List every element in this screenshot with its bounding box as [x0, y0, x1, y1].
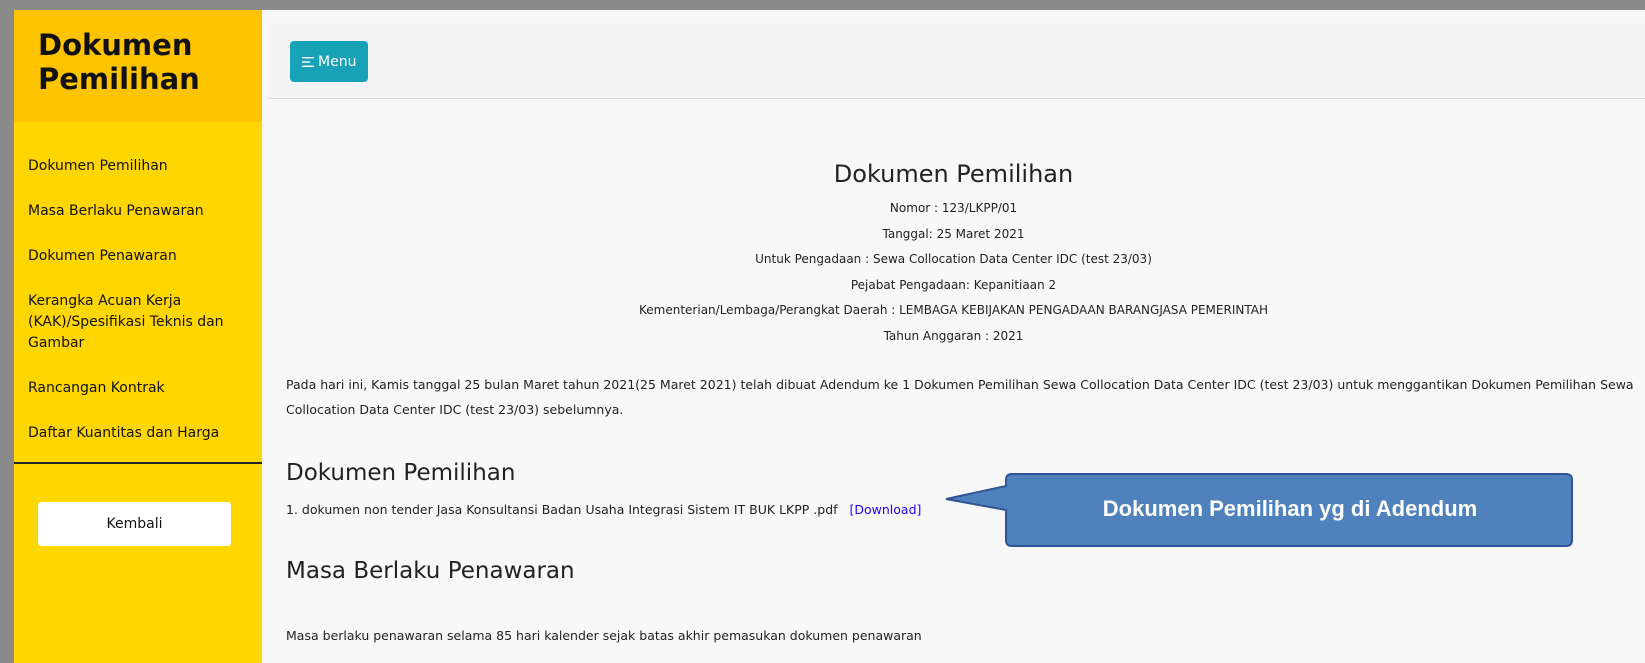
- document-tanggal: Tanggal: 25 Maret 2021: [882, 226, 1025, 241]
- masa-berlaku-text: Masa berlaku penawaran selama 85 hari ka…: [286, 628, 922, 643]
- sidebar-item-masa-berlaku[interactable]: Masa Berlaku Penawaran: [14, 201, 262, 222]
- document-file-item: 1. dokumen non tender Jasa Konsultansi B…: [286, 502, 921, 517]
- download-link[interactable]: [Download]: [850, 502, 922, 517]
- sidebar-item-kak[interactable]: Kerangka Acuan Kerja (KAK)/Spesifikasi T…: [14, 291, 262, 354]
- document-header: Dokumen Pemilihan Nomor : 123/LKPP/01 Ta…: [262, 160, 1645, 349]
- menu-button-label: Menu: [318, 53, 357, 70]
- document-pejabat: Pejabat Pengadaan: Kepanitiaan 2: [850, 277, 1057, 292]
- sidebar-item-daftar-kuantitas[interactable]: Daftar Kuantitas dan Harga: [14, 423, 262, 444]
- sidebar-item-rancangan-kontrak[interactable]: Rancangan Kontrak: [14, 378, 262, 399]
- main-content: Menu Dokumen Pemilihan Nomor : 123/LKPP/…: [262, 10, 1645, 663]
- top-bar: Menu: [268, 24, 1645, 99]
- sidebar: Dokumen Pemilihan Dokumen Pemilihan Masa…: [14, 10, 262, 663]
- sidebar-item-dokumen-pemilihan[interactable]: Dokumen Pemilihan: [14, 156, 262, 177]
- section-masa-heading: Masa Berlaku Penawaran: [286, 558, 575, 584]
- document-nomor: Nomor : 123/LKPP/01: [889, 201, 1018, 215]
- hamburger-icon: [302, 56, 314, 67]
- menu-button[interactable]: Menu: [290, 41, 369, 82]
- document-file-name: 1. dokumen non tender Jasa Konsultansi B…: [286, 502, 838, 517]
- section-dokumen-heading: Dokumen Pemilihan: [286, 460, 516, 486]
- adendum-paragraph: Pada hari ini, Kamis tanggal 25 bulan Ma…: [286, 377, 1634, 417]
- sidebar-item-dokumen-penawaran[interactable]: Dokumen Penawaran: [14, 246, 262, 267]
- document-title: Dokumen Pemilihan: [833, 160, 1074, 188]
- document-tahun: Tahun Anggaran : 2021: [883, 328, 1024, 343]
- sidebar-nav: Dokumen Pemilihan Masa Berlaku Penawaran…: [14, 122, 262, 444]
- app-frame: Dokumen Pemilihan Dokumen Pemilihan Masa…: [14, 10, 1645, 663]
- callout-label: Dokumen Pemilihan yg di Adendum: [1102, 496, 1478, 521]
- sidebar-divider: [14, 462, 262, 464]
- back-button[interactable]: Kembali: [38, 502, 231, 546]
- sidebar-title: Dokumen Pemilihan: [38, 28, 200, 96]
- sidebar-header: Dokumen Pemilihan: [14, 10, 262, 122]
- document-kementerian: Kementerian/Lembaga/Perangkat Daerah : L…: [639, 303, 1268, 317]
- document-pengadaan: Untuk Pengadaan : Sewa Collocation Data …: [755, 252, 1152, 266]
